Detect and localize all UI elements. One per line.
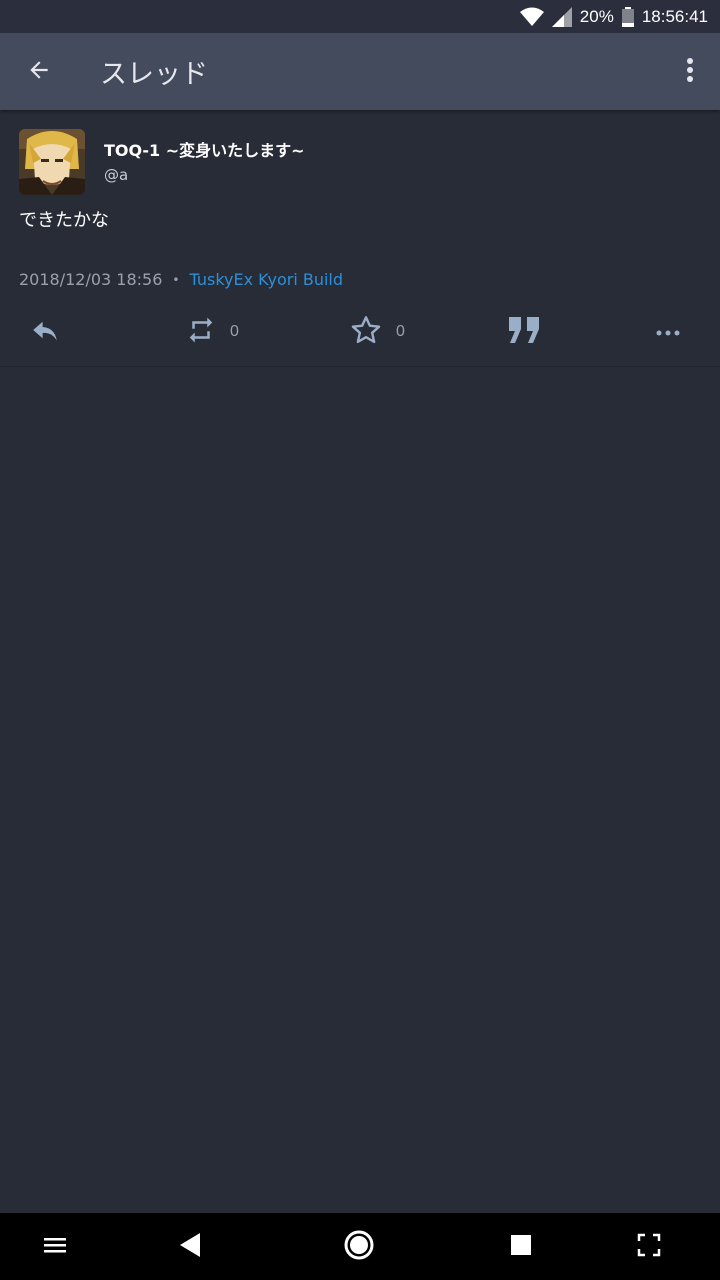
fullscreen-icon — [637, 1233, 661, 1261]
hamburger-icon — [44, 1236, 68, 1258]
display-name[interactable]: TOQ-1 ~変身いたします~ — [104, 137, 305, 161]
square-recents-icon — [510, 1234, 532, 1260]
status-content: できたかな — [19, 210, 109, 231]
nav-menu-button[interactable] — [16, 1213, 96, 1280]
wifi-icon — [519, 7, 544, 27]
system-navigation-bar — [0, 1213, 720, 1280]
more-horiz-icon — [656, 323, 680, 341]
nav-fullscreen-button[interactable] — [609, 1213, 689, 1280]
star-outline-icon — [350, 314, 382, 350]
meta-separator: • — [172, 272, 180, 287]
quote-icon — [507, 315, 541, 349]
reblog-count: 0 — [230, 323, 239, 340]
timestamp: 2018/12/03 18:56 — [19, 270, 163, 289]
more-vert-icon — [686, 57, 694, 87]
reply-icon — [30, 317, 60, 347]
circle-home-icon — [343, 1229, 375, 1265]
nav-back-button[interactable] — [150, 1213, 230, 1280]
arrow-left-icon — [26, 57, 52, 87]
back-button[interactable] — [0, 33, 78, 110]
favourite-button[interactable]: 0 — [350, 310, 405, 354]
triangle-back-icon — [178, 1231, 202, 1263]
overflow-menu-button[interactable] — [660, 33, 720, 110]
reply-button[interactable] — [30, 310, 60, 354]
system-status-bar: 20% 18:56:41 — [0, 0, 720, 33]
nav-home-button[interactable] — [319, 1213, 399, 1280]
username[interactable]: @a — [104, 166, 128, 184]
application-link[interactable]: TuskyEx Kyori Build — [190, 270, 344, 289]
clock: 18:56:41 — [641, 6, 708, 26]
toolbar: スレッド — [0, 33, 720, 110]
battery-icon — [621, 6, 634, 27]
avatar[interactable] — [19, 129, 85, 195]
favourite-count: 0 — [396, 323, 405, 340]
quote-button[interactable] — [507, 310, 541, 354]
cell-signal-icon — [551, 6, 572, 27]
status-detail[interactable]: TOQ-1 ~変身いたします~ @a できたかな 2018/12/03 18:5… — [0, 110, 720, 367]
status-meta: 2018/12/03 18:56 • TuskyEx Kyori Build — [19, 270, 343, 289]
reblog-button[interactable]: 0 — [186, 310, 239, 354]
repeat-icon — [186, 315, 216, 349]
battery-percent: 20% — [579, 6, 614, 26]
nav-recents-button[interactable] — [481, 1213, 561, 1280]
more-actions-button[interactable] — [656, 310, 680, 354]
page-title: スレッド — [100, 59, 208, 90]
